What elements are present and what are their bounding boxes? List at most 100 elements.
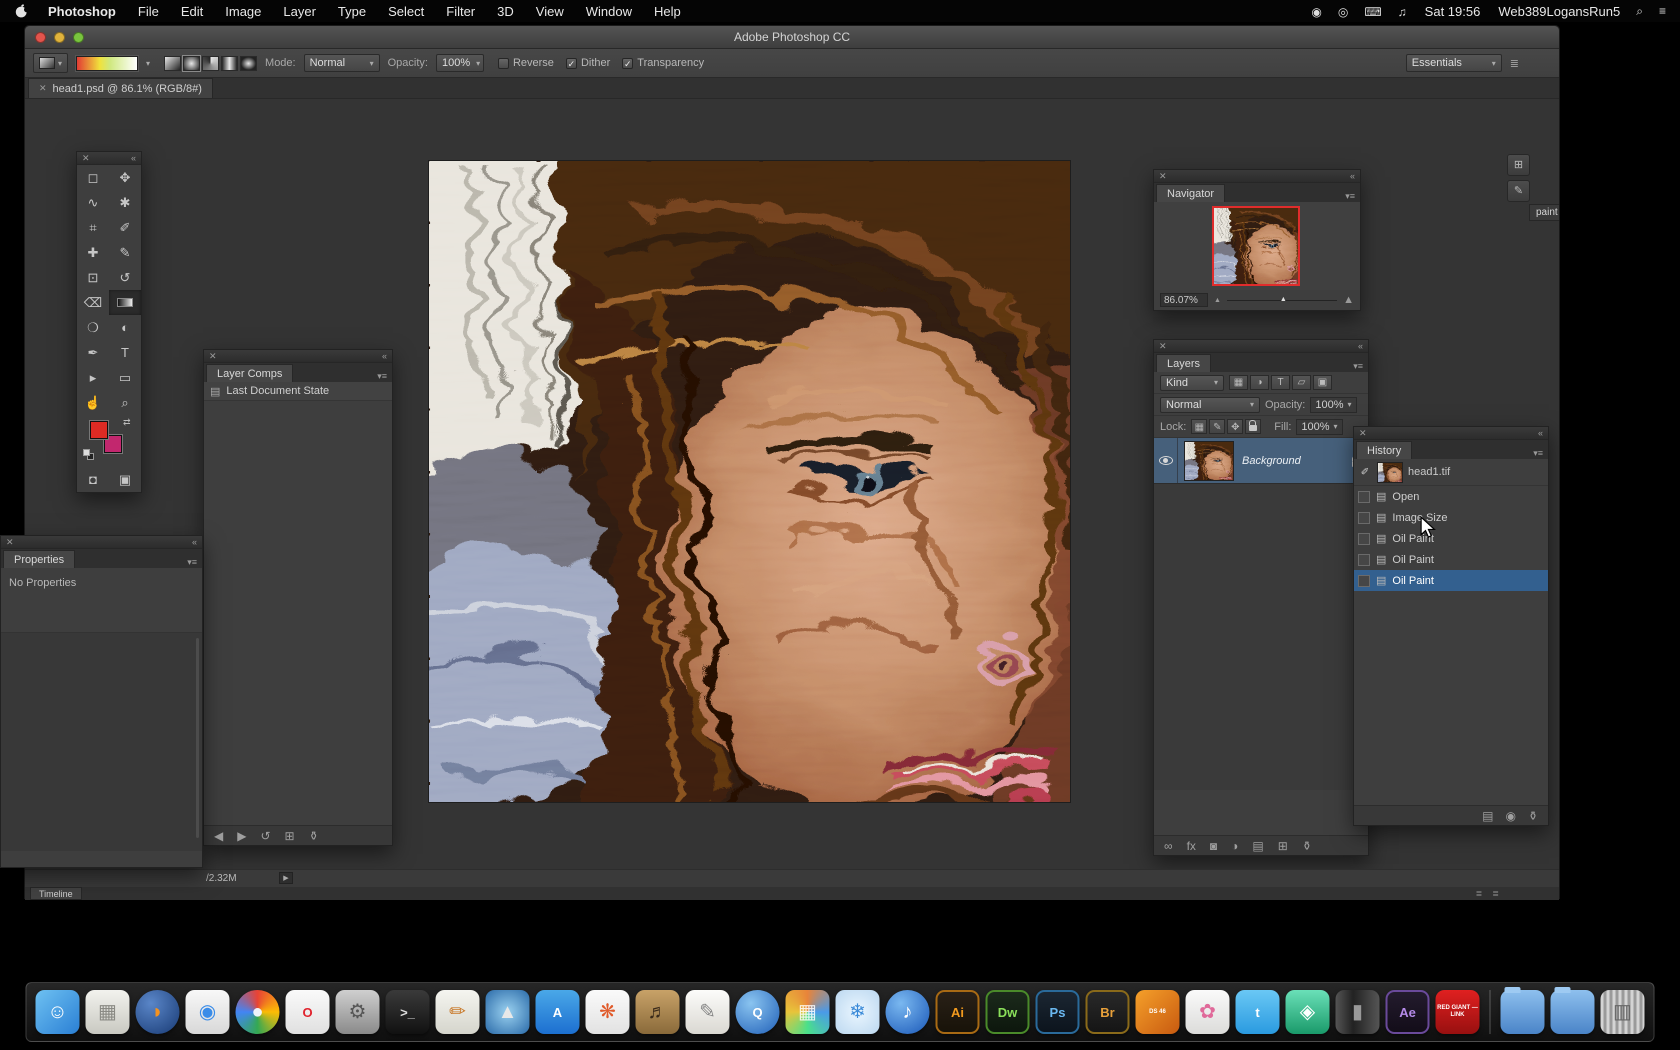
panel-menu-icon[interactable]: ▾≡ (1353, 361, 1368, 372)
dock-folder-2[interactable] (1550, 987, 1596, 1037)
lock-pixels-icon[interactable]: ✎ (1209, 419, 1226, 434)
document-tab[interactable]: ✕ head1.psd @ 86.1% (RGB/8#) (28, 78, 213, 98)
layer-name[interactable]: Background (1242, 455, 1352, 467)
layer-thumbnail[interactable] (1184, 440, 1234, 481)
collapse-icon[interactable]: « (192, 537, 197, 547)
canvas[interactable] (428, 160, 1071, 803)
dock-textedit[interactable]: ✎ (685, 987, 731, 1037)
menubar-account[interactable]: Web389LogansRun5 (1498, 4, 1620, 19)
dock-garageband[interactable]: ♬ (635, 987, 681, 1037)
collapsed-panel-paint[interactable]: paint (1529, 204, 1559, 221)
dock-photos[interactable]: ✿ (1185, 987, 1231, 1037)
foreground-color[interactable] (90, 421, 108, 439)
swap-colors-icon[interactable]: ⇄ (123, 417, 131, 428)
tool-brush[interactable]: ✎ (109, 240, 141, 265)
collapsed-panel-button-1[interactable]: ⊞ (1507, 154, 1530, 176)
dock-red-giant-link[interactable]: RED GIANT —LINK (1435, 987, 1481, 1037)
panel-menu-icon[interactable]: ▾≡ (377, 371, 392, 382)
zoom-in-icon[interactable]: ▲ (1343, 294, 1354, 306)
new-snapshot-icon[interactable]: ◉ (1505, 809, 1515, 823)
dock-dreamweaver[interactable]: Dw (985, 987, 1031, 1037)
layer-mask-icon[interactable]: ◙ (1210, 839, 1217, 853)
dock-app-store[interactable]: A (535, 987, 581, 1037)
panel-menu-icon[interactable]: ▾≡ (1533, 448, 1548, 459)
tool-eyedropper[interactable]: ✐ (109, 215, 141, 240)
apply-next-icon[interactable]: ▶ (237, 829, 246, 843)
tool-eraser[interactable]: ⌫ (77, 290, 109, 315)
window-titlebar[interactable]: Adobe Photoshop CC (25, 26, 1559, 49)
history-source-checkbox[interactable] (1358, 511, 1370, 524)
menu-window[interactable]: Window (586, 4, 632, 19)
gradient-type-reflected-button[interactable] (221, 55, 239, 71)
dock-barrel-app[interactable]: ▮ (1335, 987, 1381, 1037)
history-source-checkbox[interactable] (1358, 553, 1370, 566)
menu-filter[interactable]: Filter (446, 4, 475, 19)
tab-properties[interactable]: Properties (3, 550, 76, 568)
scrollbar[interactable] (196, 638, 199, 838)
checkbox-transparency[interactable]: ✓ Transparency (622, 57, 704, 69)
menu-file[interactable]: File (138, 4, 159, 19)
history-item[interactable]: ▤ Open (1354, 486, 1548, 507)
checkbox-icon[interactable] (497, 57, 509, 69)
dock-bridge[interactable]: Br (1085, 987, 1131, 1037)
tool-magic-wand[interactable]: ✱ (109, 190, 141, 215)
menu-select[interactable]: Select (388, 4, 424, 19)
history-item[interactable]: ▤ Oil Paint (1354, 570, 1548, 591)
zoom-out-icon[interactable]: ▲ (1214, 297, 1221, 304)
panel-menu-icon[interactable]: ▾≡ (1345, 191, 1360, 202)
navigator-zoom-slider[interactable]: ▲ (1226, 296, 1338, 303)
filter-type-icon[interactable]: T (1271, 375, 1290, 390)
filter-shape-icon[interactable]: ▱ (1292, 375, 1311, 390)
dock-teal-app[interactable]: ◈ (1285, 987, 1331, 1037)
tool-type[interactable]: T (109, 340, 141, 365)
layer-visibility-toggle[interactable] (1154, 438, 1178, 483)
dock-system-preferences[interactable]: ⚙ (335, 987, 381, 1037)
dock-mosaic-app[interactable]: ▦ (785, 987, 831, 1037)
keyboard-icon[interactable]: ⌨ (1364, 5, 1381, 19)
menu-app-name[interactable]: Photoshop (48, 4, 116, 19)
dock-picasa[interactable]: ❋ (585, 987, 631, 1037)
tool-pen[interactable]: ✒ (77, 340, 109, 365)
tool-dodge[interactable]: ◐ (109, 315, 141, 340)
menu-edit[interactable]: Edit (181, 4, 203, 19)
navigator-zoom-field[interactable]: 86.07% (1160, 293, 1208, 307)
gradient-type-linear-button[interactable] (164, 55, 182, 71)
lock-all-icon[interactable] (1245, 419, 1262, 434)
dock-safari[interactable]: ◉ (185, 987, 231, 1037)
gradient-type-angle-button[interactable] (202, 55, 220, 71)
volume-icon[interactable]: ♫ (1398, 5, 1407, 19)
workspace-menu-icon[interactable]: ≣ (1510, 57, 1519, 70)
dock-itunes[interactable]: ♪ (885, 987, 931, 1037)
close-document-icon[interactable]: ✕ (39, 83, 47, 94)
history-source-checkbox[interactable] (1358, 490, 1370, 503)
tool-healing-brush[interactable]: ✚ (77, 240, 109, 265)
panel-menu-icon[interactable]: ▾≡ (187, 557, 202, 568)
minimize-window-button[interactable] (54, 32, 65, 43)
filter-adjustment-icon[interactable]: ◑ (1250, 375, 1269, 390)
collapsed-panel-button-2[interactable]: ✎ (1507, 180, 1530, 202)
filter-pixel-icon[interactable]: ▦ (1229, 375, 1248, 390)
tab-navigator[interactable]: Navigator (1156, 184, 1226, 202)
update-comp-icon[interactable]: ↺ (260, 829, 270, 843)
collapse-icon[interactable]: « (1358, 341, 1363, 351)
delete-comp-icon[interactable]: ⚱ (309, 829, 319, 843)
navigator-thumbnail[interactable] (1212, 206, 1300, 286)
gradient-type-diamond-button[interactable] (240, 55, 258, 71)
close-icon[interactable]: ✕ (1159, 341, 1167, 352)
menu-3d[interactable]: 3D (497, 4, 514, 19)
gradient-type-radial-button[interactable] (183, 55, 201, 71)
tool-history-brush[interactable]: ↺ (109, 265, 141, 290)
checkbox-reverse[interactable]: Reverse (497, 57, 554, 69)
dock-illustrator[interactable]: Ai (935, 987, 981, 1037)
history-item[interactable]: ▤ Oil Paint (1354, 528, 1548, 549)
history-source-checkbox[interactable] (1358, 574, 1370, 587)
layer-comp-item[interactable]: ▤ Last Document State (204, 382, 392, 401)
dock-snowflake-app[interactable]: ❄ (835, 987, 881, 1037)
history-source-checkbox[interactable] (1358, 532, 1370, 545)
dock-quicktime[interactable]: Q (735, 987, 781, 1037)
timeline-menu-icon[interactable]: ≣ (1476, 889, 1483, 898)
close-icon[interactable]: ✕ (1159, 171, 1167, 182)
collapse-icon[interactable]: « (1538, 428, 1543, 438)
timeline-options-icon[interactable]: ≣ (1492, 889, 1499, 898)
status-options-icon[interactable]: ▶ (279, 872, 293, 884)
